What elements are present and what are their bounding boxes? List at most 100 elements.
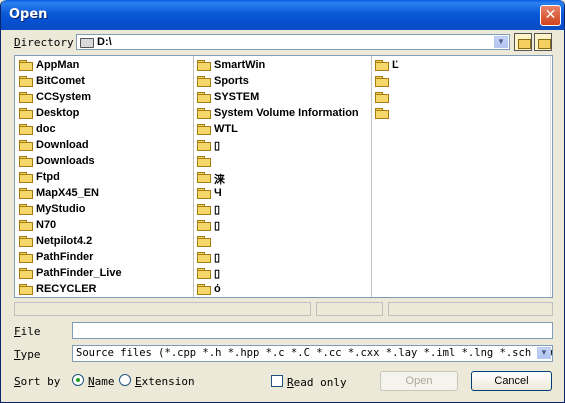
folder-icon	[197, 268, 211, 279]
folder-item[interactable]: BitComet	[19, 74, 193, 90]
folder-item[interactable]: doc	[19, 122, 193, 138]
folder-icon	[19, 60, 33, 71]
new-folder-icon	[538, 39, 551, 49]
title-bar[interactable]: Open ✕	[1, 0, 564, 30]
sort-extension-radio[interactable]	[119, 374, 131, 386]
file-name-input[interactable]	[72, 322, 553, 339]
horizontal-scrollbar[interactable]	[14, 302, 311, 316]
radio-selected-dot	[76, 378, 80, 382]
close-button[interactable]: ✕	[540, 5, 561, 26]
folder-item[interactable]: SYSTEM	[197, 90, 371, 106]
folder-item[interactable]: MapX45_EN	[19, 186, 193, 202]
sort-by-label: Sort by	[14, 375, 61, 388]
folder-name: ▯	[214, 252, 221, 264]
folder-item[interactable]: 涞	[197, 170, 371, 186]
folder-name: 涞	[214, 174, 225, 186]
folder-item[interactable]: Ľ	[375, 58, 545, 74]
folder-item[interactable]	[197, 154, 371, 170]
folder-icon	[19, 252, 33, 263]
folder-item[interactable]: MyStudio	[19, 202, 193, 218]
folder-item[interactable]: Ч	[197, 186, 371, 202]
folder-item[interactable]: ▯	[197, 250, 371, 266]
folder-item[interactable]	[197, 234, 371, 250]
folder-icon	[197, 124, 211, 135]
folder-name: PathFinder_Live	[36, 267, 122, 279]
file-type-select[interactable]: Source files (*.cpp *.h *.hpp *.c *.C *.…	[72, 345, 553, 362]
folder-icon	[197, 156, 211, 167]
folder-item[interactable]: ▯	[197, 138, 371, 154]
folder-icon	[375, 92, 389, 103]
read-only-checkbox[interactable]	[271, 375, 283, 387]
folder-icon	[19, 172, 33, 183]
folder-item[interactable]: PathFinder_Live	[19, 266, 193, 282]
folder-name: ▯	[214, 204, 221, 216]
folder-item[interactable]	[375, 106, 545, 122]
file-column-1: AppMan BitComet CCSystem Desktop doc Download…	[19, 58, 193, 297]
file-list[interactable]: AppMan BitComet CCSystem Desktop doc Download…	[14, 55, 553, 298]
folder-icon	[197, 92, 211, 103]
folder-icon	[19, 204, 33, 215]
new-folder-button[interactable]	[534, 33, 552, 51]
sort-name-radio[interactable]	[72, 374, 84, 386]
cancel-button[interactable]: Cancel	[471, 371, 552, 391]
sort-extension-label[interactable]: Extension	[135, 375, 195, 388]
column-divider	[193, 56, 194, 297]
folder-name: WTL	[214, 123, 238, 135]
folder-item[interactable]: Download	[19, 138, 193, 154]
directory-combo[interactable]: D:\ ▼	[76, 34, 510, 50]
folder-item[interactable]: RECYCLER	[19, 282, 193, 297]
folder-icon	[19, 236, 33, 247]
folder-item[interactable]: ▯	[197, 218, 371, 234]
folder-item[interactable]: ▯	[197, 266, 371, 282]
open-button[interactable]: Open	[380, 371, 458, 391]
sort-name-label[interactable]: Name	[88, 375, 115, 388]
folder-item[interactable]: WTL	[197, 122, 371, 138]
up-folder-button[interactable]	[514, 33, 532, 51]
folder-name: doc	[36, 123, 56, 135]
folder-name: Ftpd	[36, 171, 60, 183]
folder-item[interactable]: Downloads	[19, 154, 193, 170]
folder-icon	[197, 108, 211, 119]
chevron-down-icon[interactable]: ▼	[494, 36, 508, 48]
folder-item[interactable]: Desktop	[19, 106, 193, 122]
file-label: File	[14, 325, 41, 338]
folder-icon	[19, 284, 33, 295]
chevron-down-icon[interactable]: ▼	[537, 347, 551, 359]
directory-value: D:\	[97, 36, 112, 48]
folder-item[interactable]	[375, 90, 545, 106]
folder-item[interactable]: AppMan	[19, 58, 193, 74]
folder-name: Desktop	[36, 107, 80, 119]
folder-name: Ч	[214, 187, 222, 199]
folder-item[interactable]: System Volume Information	[197, 106, 371, 122]
folder-item[interactable]: Netpilot4.2	[19, 234, 193, 250]
folder-name: SYSTEM	[214, 91, 260, 103]
folder-icon	[375, 60, 389, 71]
folder-name: BitComet	[36, 75, 85, 87]
folder-item[interactable]: ▯	[197, 202, 371, 218]
type-label: Type	[14, 348, 41, 361]
folder-name: MapX45_EN	[36, 187, 99, 199]
folder-name: ▯	[214, 268, 221, 280]
folder-item[interactable]	[375, 74, 545, 90]
folder-item[interactable]: CCSystem	[19, 90, 193, 106]
folder-item[interactable]: ό	[197, 282, 371, 297]
folder-item[interactable]: Sports	[197, 74, 371, 90]
file-type-value: Source files (*.cpp *.h *.hpp *.c *.C *.…	[76, 347, 553, 359]
folder-name: Netpilot4.2	[36, 235, 93, 247]
folder-icon	[197, 220, 211, 231]
read-only-label[interactable]: Read only	[287, 376, 347, 389]
folder-item[interactable]: Ftpd	[19, 170, 193, 186]
folder-item[interactable]: SmartWin	[197, 58, 371, 74]
folder-name: ▯	[214, 220, 221, 232]
folder-item[interactable]: PathFinder	[19, 250, 193, 266]
folder-name: System Volume Information	[214, 107, 359, 119]
folder-name: ▯	[214, 140, 221, 152]
folder-icon	[19, 124, 33, 135]
folder-icon	[375, 76, 389, 87]
open-dialog: Open ✕ Directory D:\ ▼ AppMan BitComet CCS…	[0, 0, 565, 403]
folder-icon	[197, 252, 211, 263]
drive-icon	[80, 38, 94, 48]
folder-item[interactable]: N70	[19, 218, 193, 234]
folder-icon	[197, 60, 211, 71]
folder-name: Download	[36, 139, 89, 151]
